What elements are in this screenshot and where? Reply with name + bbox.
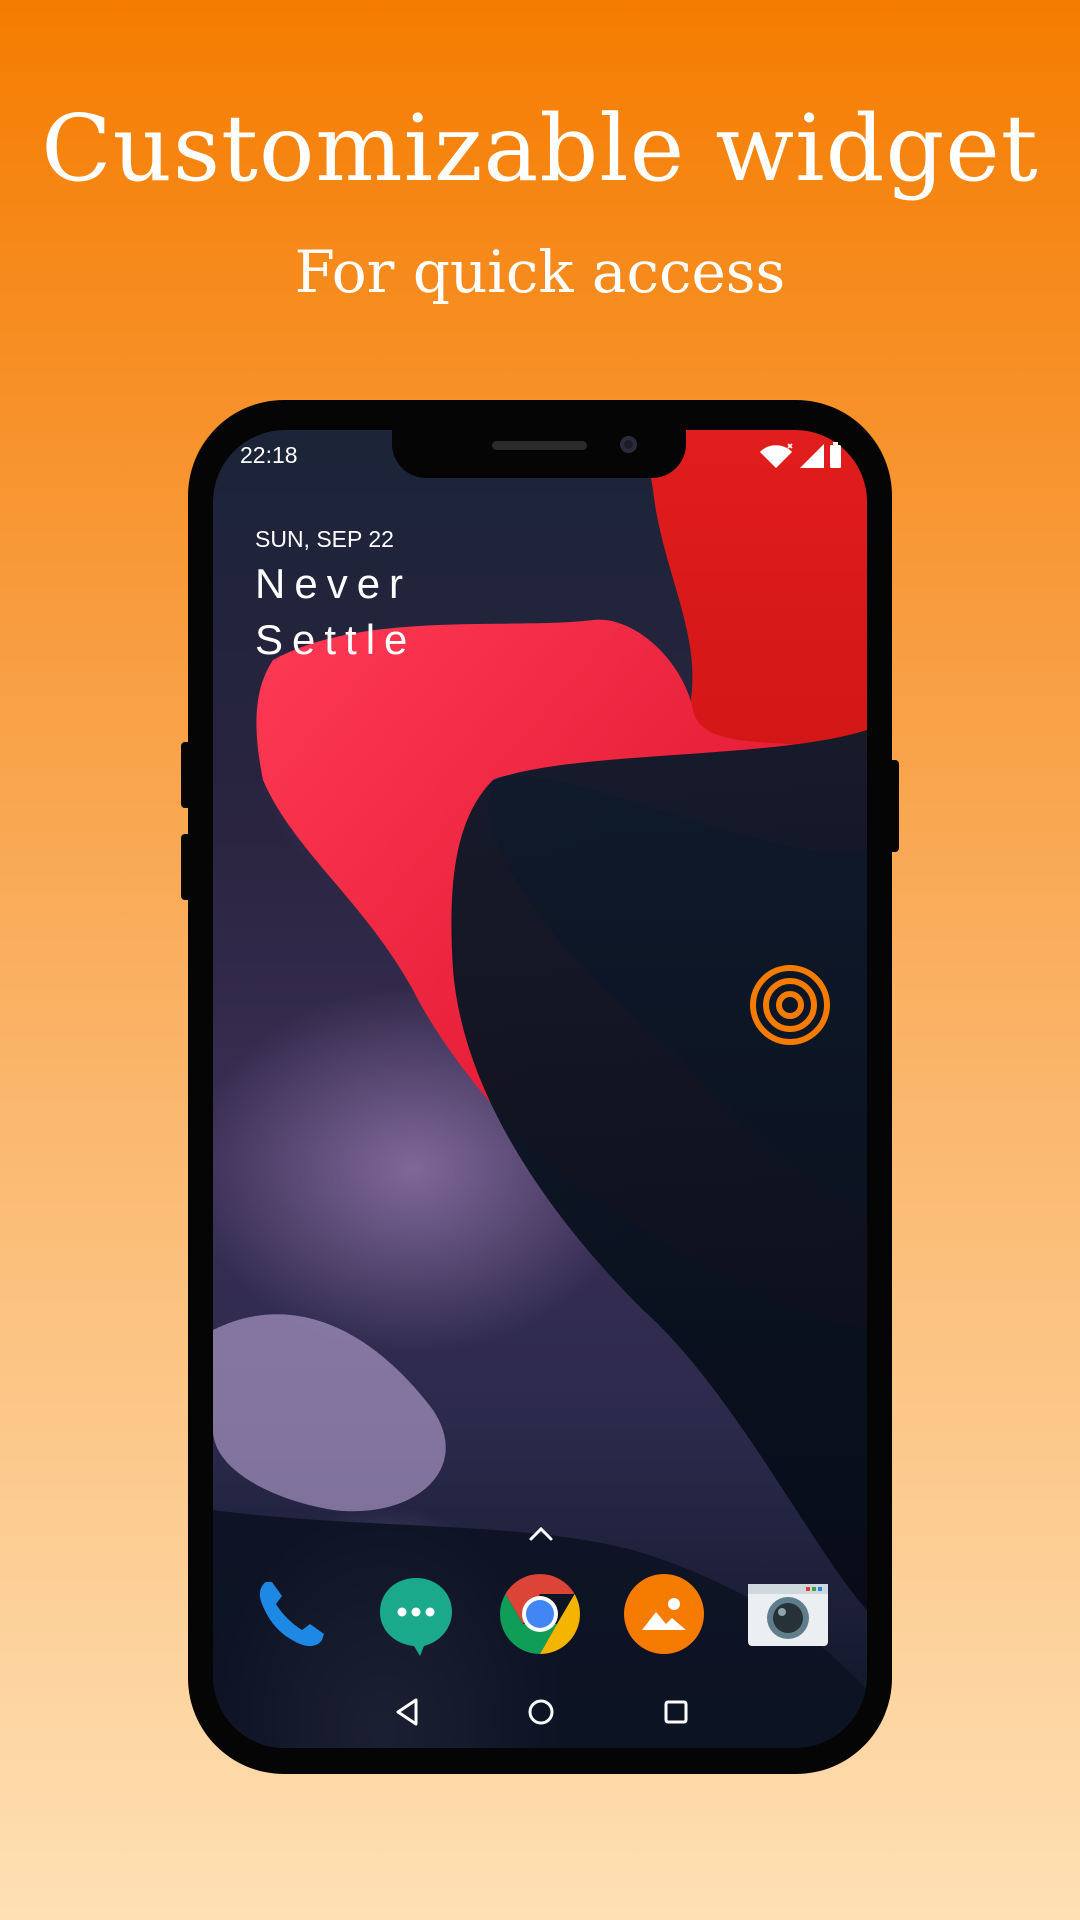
phone-app-icon[interactable] [248, 1572, 332, 1656]
chrome-app-icon[interactable] [498, 1572, 582, 1656]
promo-subheadline: For quick access [294, 238, 786, 306]
home-date: SUN, SEP 22 [255, 526, 394, 552]
back-icon[interactable] [390, 1694, 426, 1730]
messages-app-icon[interactable] [374, 1572, 458, 1656]
home-tagline: Never Settle [255, 556, 416, 668]
app-drawer-chevron-icon[interactable] [526, 1524, 556, 1544]
front-camera [620, 436, 637, 453]
cell-signal-icon [800, 444, 824, 468]
status-icons [760, 442, 841, 468]
home-icon[interactable] [523, 1694, 559, 1730]
tagline-line-1: Never [255, 560, 413, 607]
earpiece-speaker [492, 441, 587, 450]
status-bar-time: 22:18 [240, 442, 298, 468]
promo-headline: Customizable widget [41, 95, 1039, 202]
tagline-line-2: Settle [255, 616, 417, 663]
concentric-rings-icon[interactable] [747, 962, 833, 1048]
display-notch [392, 430, 686, 478]
battery-icon [830, 442, 841, 468]
wifi-icon [760, 443, 793, 468]
recents-icon[interactable] [658, 1694, 694, 1730]
camera-app-icon[interactable] [746, 1572, 830, 1656]
gallery-app-icon[interactable] [622, 1572, 706, 1656]
